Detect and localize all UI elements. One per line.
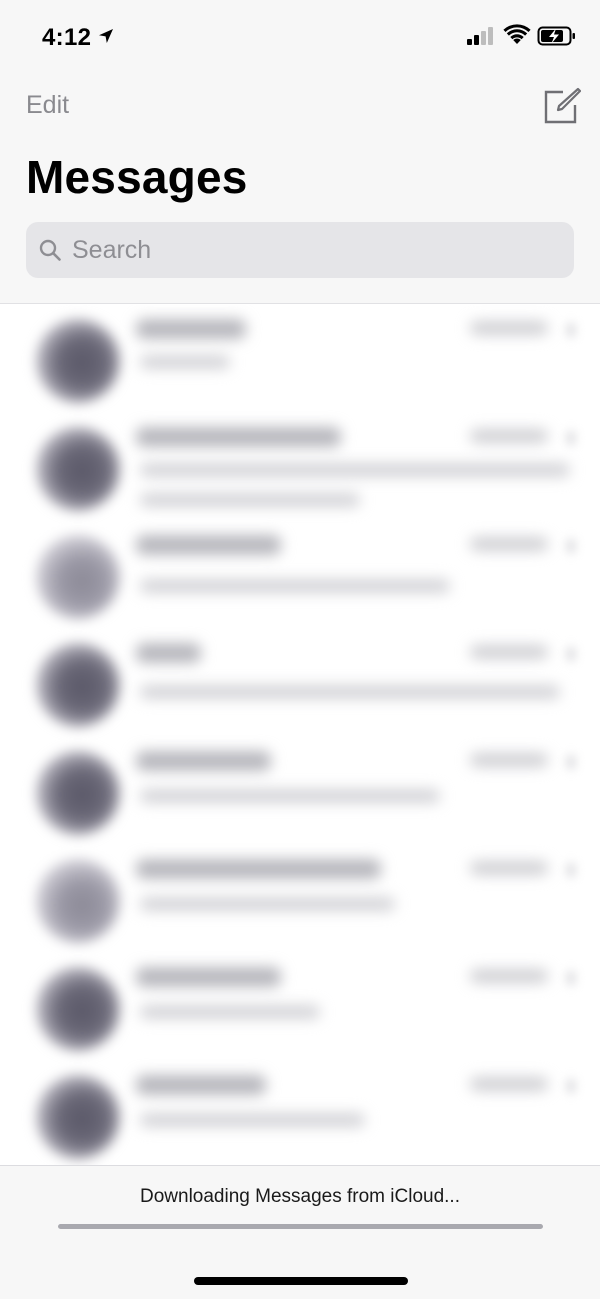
contact-avatar [36, 319, 120, 403]
message-date-placeholder [470, 321, 548, 335]
download-status-bar: Downloading Messages from iCloud... [0, 1165, 600, 1299]
conversation-row[interactable] [0, 521, 600, 629]
status-time: 4:12 [42, 24, 92, 51]
wifi-icon [503, 24, 531, 44]
message-date-placeholder [470, 969, 548, 983]
conversation-row[interactable] [0, 845, 600, 953]
contact-avatar [36, 967, 120, 1051]
contact-name-placeholder [136, 535, 281, 555]
chevron-right-icon [567, 755, 575, 769]
conversation-row[interactable] [0, 629, 600, 737]
message-preview-placeholder [140, 493, 360, 507]
message-date-placeholder [470, 645, 548, 659]
message-preview-placeholder [140, 579, 450, 593]
edit-button[interactable]: Edit [26, 91, 69, 120]
search-input[interactable]: Search [26, 222, 574, 278]
message-preview-placeholder [140, 463, 570, 477]
message-date-placeholder [470, 1077, 548, 1091]
chevron-right-icon [567, 323, 575, 337]
message-preview-placeholder [140, 355, 230, 369]
status-bar: 4:12 [0, 0, 600, 70]
messages-screen: 4:12 Edit Messages Search Downloading Me… [0, 0, 600, 1299]
message-date-placeholder [470, 861, 548, 875]
download-progress-fill [58, 1224, 543, 1229]
conversation-list [0, 305, 600, 1165]
conversation-row[interactable] [0, 305, 600, 413]
conversation-row[interactable] [0, 953, 600, 1061]
chevron-right-icon [567, 1079, 575, 1093]
contact-name-placeholder [136, 643, 201, 663]
home-indicator[interactable] [194, 1277, 408, 1285]
contact-avatar [36, 1075, 120, 1159]
conversation-row[interactable] [0, 413, 600, 521]
contact-name-placeholder [136, 319, 246, 339]
download-status-text: Downloading Messages from iCloud... [140, 1186, 460, 1207]
page-title: Messages [26, 151, 248, 203]
conversation-row[interactable] [0, 737, 600, 845]
battery-charging-icon [537, 26, 575, 46]
download-progress-bar [58, 1224, 543, 1229]
contact-name-placeholder [136, 427, 341, 447]
message-date-placeholder [470, 429, 548, 443]
chevron-right-icon [567, 971, 575, 985]
cellular-signal-icon [467, 27, 493, 45]
message-preview-placeholder [140, 1005, 320, 1019]
contact-avatar [36, 427, 120, 511]
conversation-row[interactable] [0, 1061, 600, 1165]
chevron-right-icon [567, 863, 575, 877]
chevron-right-icon [567, 431, 575, 445]
message-preview-placeholder [140, 789, 440, 803]
contact-name-placeholder [136, 751, 271, 771]
chevron-right-icon [567, 539, 575, 553]
contact-avatar [36, 643, 120, 727]
contact-name-placeholder [136, 1075, 266, 1095]
contact-avatar [36, 859, 120, 943]
message-date-placeholder [470, 537, 548, 551]
message-preview-placeholder [140, 897, 395, 911]
contact-avatar [36, 751, 120, 835]
search-icon [39, 239, 61, 261]
search-placeholder: Search [72, 236, 152, 264]
message-preview-placeholder [140, 1113, 365, 1127]
contact-avatar [36, 535, 120, 619]
contact-name-placeholder [136, 967, 281, 987]
message-date-placeholder [470, 753, 548, 767]
message-preview-placeholder [140, 685, 560, 699]
chevron-right-icon [567, 647, 575, 661]
contact-name-placeholder [136, 859, 381, 879]
location-arrow-icon [99, 29, 113, 43]
navigation-header: 4:12 Edit Messages Search [0, 0, 600, 304]
compose-icon[interactable] [541, 86, 581, 126]
